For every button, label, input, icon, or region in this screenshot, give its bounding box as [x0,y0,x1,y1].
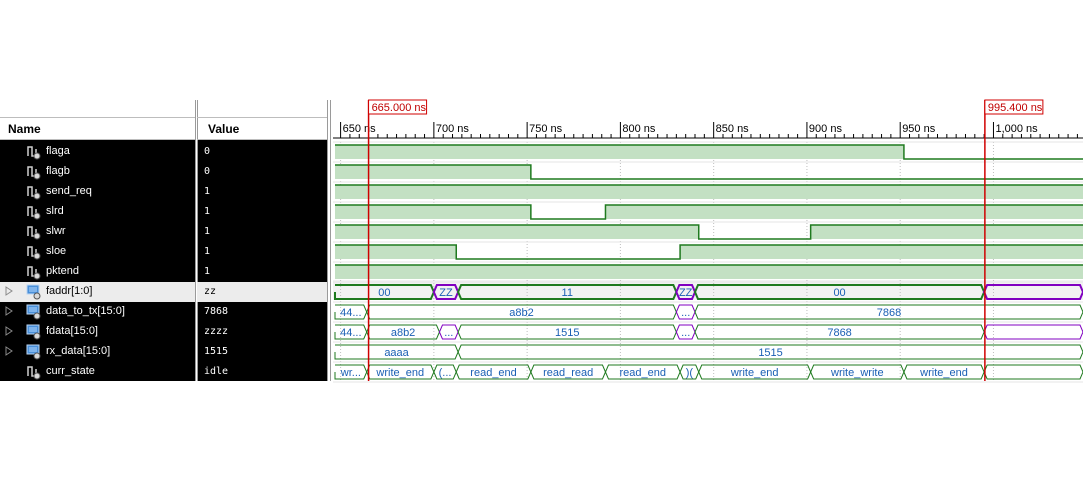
waveform-canvas[interactable]: 650 ns 700 ns 750 ns 800 ns 850 ns 900 ns 950 … [0,0,1083,481]
tick-label: 700 ns [436,123,470,135]
tick-label: 900 ns [809,123,843,135]
high-level-fill [335,185,1083,199]
tick-label: 650 ns [343,123,377,135]
tick-label: 850 ns [716,123,750,135]
bus-value-label: (... [439,367,452,379]
bus-value-label: 00 [833,287,845,299]
cursor-time-label: 665.000 ns [372,102,427,114]
cursor-time-label: 995.400 ns [988,102,1043,114]
high-level-fill [335,165,531,179]
bus-value-label: ... [681,327,690,339]
tick-label: 1,000 ns [995,123,1038,135]
tick-label: 950 ns [902,123,936,135]
bus-value-label: 00 [378,287,390,299]
bus-value-label: )( [686,367,694,379]
bus-value-label: 1515 [555,327,579,339]
bus-value-label: ZZ [679,287,693,299]
bus-value-label: 1515 [758,347,782,359]
bus-value-label: 7868 [827,327,851,339]
bus-value-label: 44... [340,327,361,339]
bus-value-label: wr... [340,367,361,379]
bus-value-label: ... [444,327,453,339]
tick-label: 800 ns [622,123,656,135]
high-level-fill [680,245,1083,259]
bus-value-label: 44... [340,307,361,319]
bus-value-label: ZZ [439,287,453,299]
bus-value-label: write_end [375,367,424,379]
bus-value-label: read_end [620,367,667,379]
high-level-fill [605,205,1083,219]
bus-value-label: read_end [470,367,517,379]
high-level-fill [335,145,904,159]
high-level-fill [335,225,699,239]
bus-value-label: write_end [919,367,968,379]
bus-value-label: 11 [562,287,573,299]
bus-value-label: write_end [730,367,779,379]
bus-value-label: a8b2 [391,327,415,339]
bus-value-label: read_read [543,367,593,379]
high-level-fill [335,205,531,219]
bus-value-label: a8b2 [509,307,533,319]
bus-value-label: write_write [830,367,884,379]
bus-value-label: ... [681,307,690,319]
high-level-fill [810,225,1083,239]
bus-value-label: 7868 [877,307,901,319]
high-level-fill [335,265,1083,279]
high-level-fill [335,245,457,259]
tick-label: 750 ns [529,123,563,135]
bus-value-label: aaaa [384,347,409,359]
